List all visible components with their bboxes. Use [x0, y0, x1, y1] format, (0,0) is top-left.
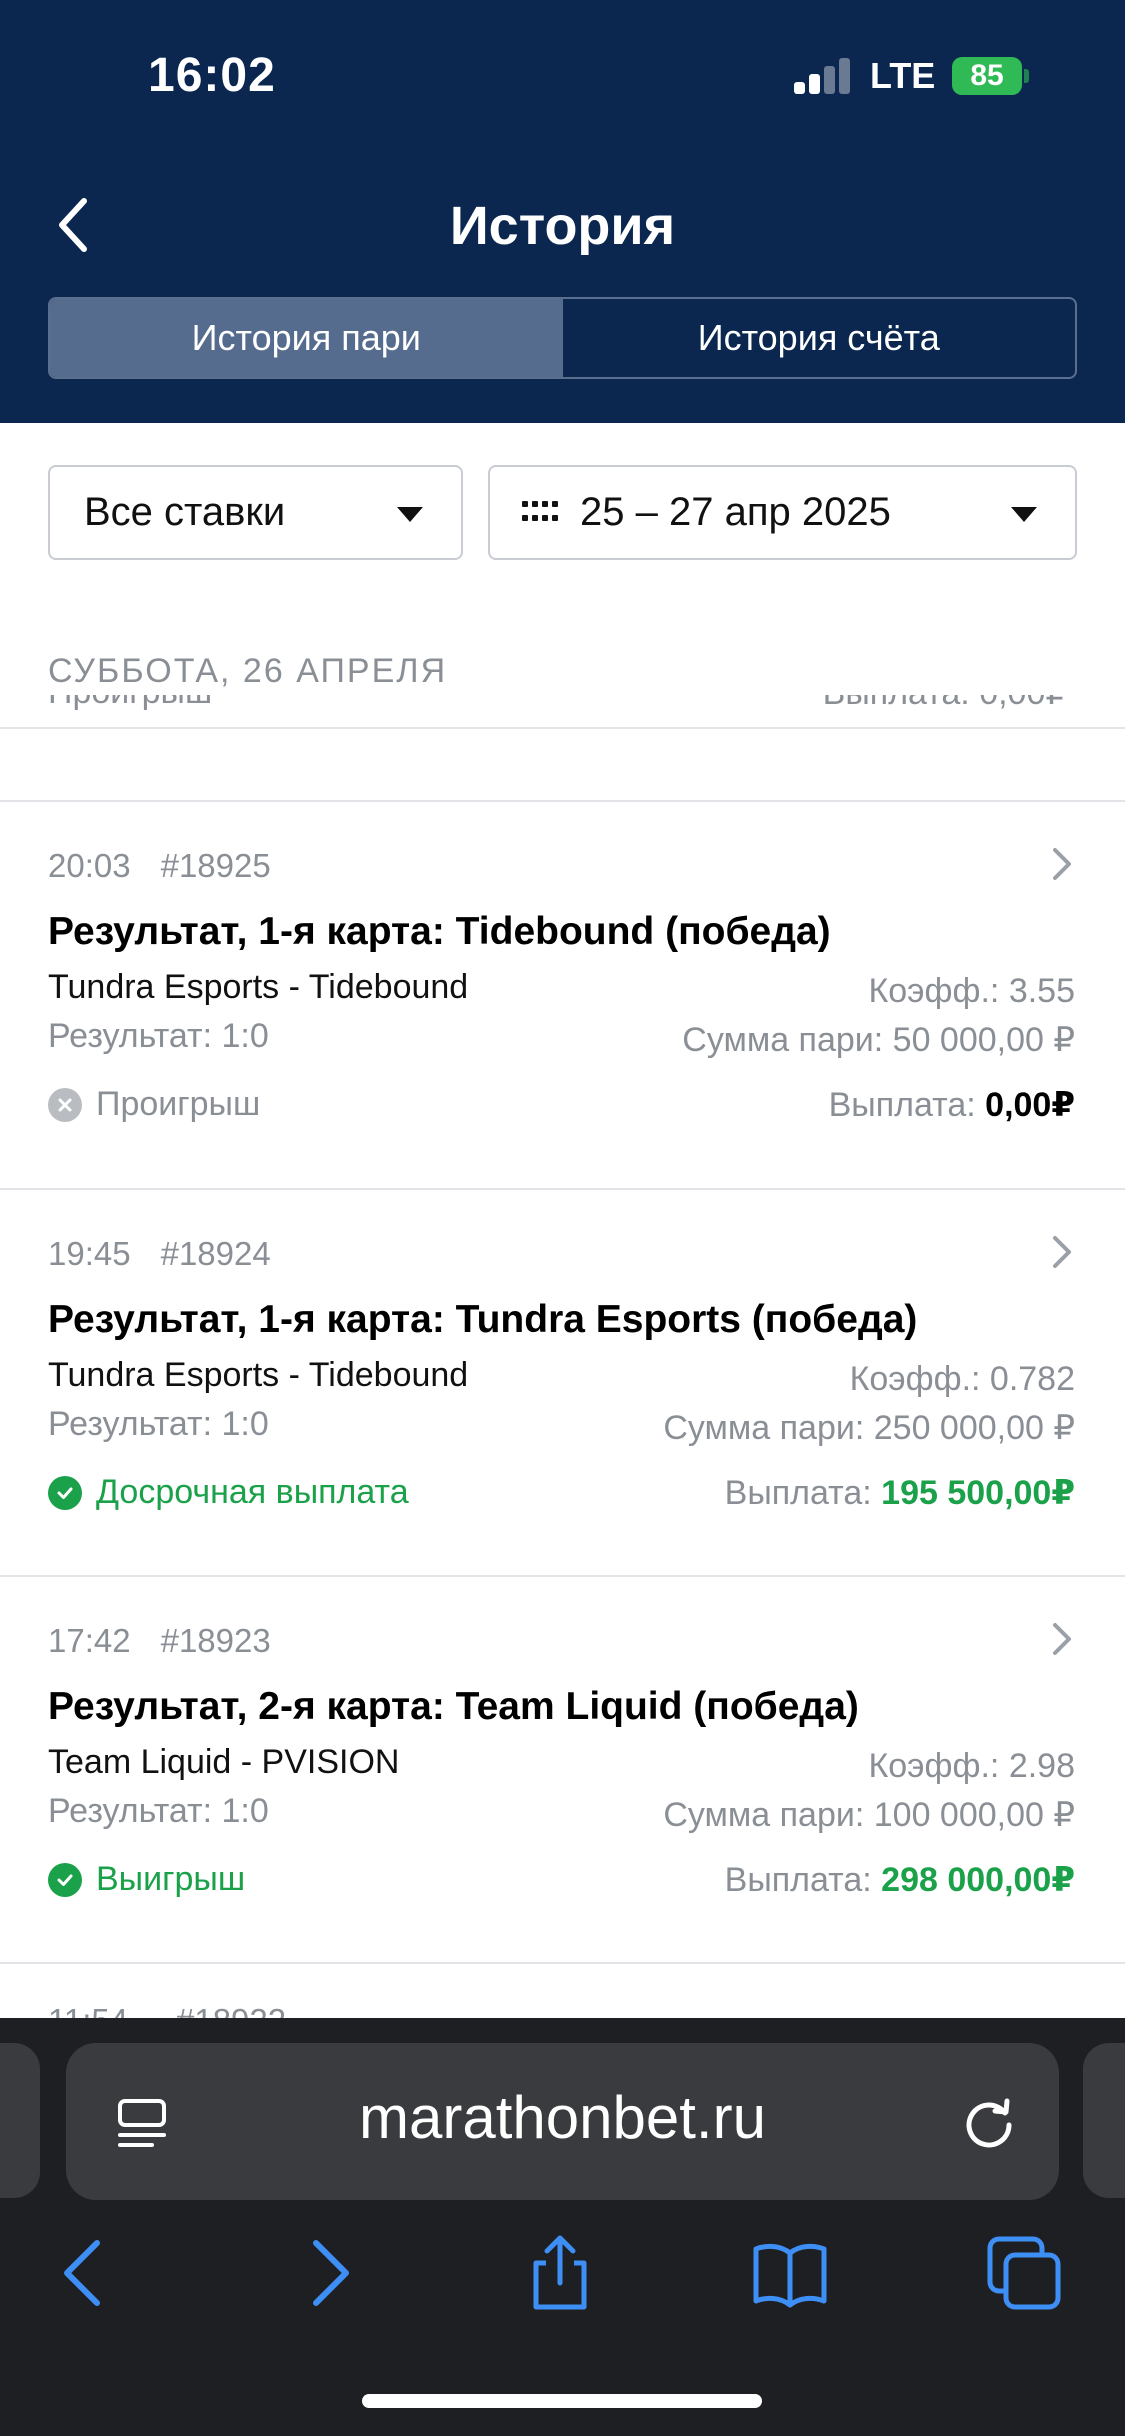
- bet-card[interactable]: 17:42 #18923 Результат, 2-я карта: Team L…: [0, 1577, 1125, 1963]
- bet-meta: 17:42 #18923: [48, 1622, 301, 1660]
- bet-coef: Коэфф.: 2.98: [868, 1747, 1075, 1785]
- calendar-icon: [522, 500, 558, 525]
- list-item-partial[interactable]: Проигрыш Выплата: 0,00₽: [0, 695, 1125, 729]
- check-circle-icon: [48, 1862, 82, 1897]
- bet-time: 17:42: [48, 1622, 131, 1659]
- payout-value: 298 000,00₽: [881, 1861, 1075, 1899]
- lost-x-icon: [48, 1087, 82, 1122]
- tab-account-history[interactable]: История счёта: [563, 299, 1076, 377]
- home-indicator[interactable]: [362, 2394, 762, 2408]
- date-range-value: 25 – 27 апр 2025: [580, 490, 891, 534]
- bet-meta: 19:45 #18924: [48, 1235, 301, 1273]
- bet-market: Результат, 1-я карта: Tidebound (победа): [48, 910, 831, 953]
- date-range-select[interactable]: 25 – 27 апр 2025: [488, 465, 1077, 560]
- next-tab-preview[interactable]: [1083, 2043, 1125, 2198]
- bet-coef: Коэфф.: 0.782: [849, 1360, 1075, 1398]
- bet-time: 20:03: [48, 847, 131, 884]
- payout-value: 0,00₽: [985, 1086, 1075, 1124]
- list-item-partial[interactable]: 11:54 #18922: [0, 1990, 1125, 2020]
- battery-level: 85: [970, 59, 1004, 92]
- bet-match: Tundra Esports - Tidebound: [48, 968, 469, 1006]
- bet-type-select[interactable]: Все ставки: [48, 465, 463, 560]
- history-tabs: История пари История счёта: [48, 297, 1077, 379]
- partial-status: Проигрыш: [48, 695, 212, 712]
- app-header: 16:02 LTE 85 История История пари Истори…: [0, 0, 1125, 423]
- network-label: LTE: [870, 55, 936, 96]
- divider: [0, 727, 1125, 729]
- bet-payout: Выплата: 195 500,00₽: [725, 1473, 1075, 1513]
- partial-payout: Выплата: 0,00₽: [823, 695, 1067, 713]
- day-header: СУББОТА, 26 АПРЕЛЯ: [48, 652, 448, 690]
- bet-meta: 20:03 #18925: [48, 847, 301, 885]
- chevron-right-icon: [1053, 1236, 1071, 1268]
- status-time: 16:02: [148, 49, 276, 102]
- address-bar[interactable]: marathonbet.ru: [66, 2043, 1059, 2200]
- browser-forward-icon[interactable]: [288, 2233, 368, 2313]
- bet-status-label: Проигрыш: [96, 1085, 261, 1123]
- bet-market: Результат, 1-я карта: Tundra Esports (по…: [48, 1298, 918, 1341]
- bet-id: #18924: [160, 1235, 271, 1272]
- tab-bet-history[interactable]: История пари: [50, 299, 563, 377]
- divider: [0, 1962, 1125, 1964]
- bet-time: 19:45: [48, 1235, 131, 1272]
- bet-score: Результат: 1:0: [48, 1405, 269, 1443]
- bet-score: Результат: 1:0: [48, 1017, 269, 1055]
- chevron-right-icon: [1053, 848, 1071, 880]
- bet-status-label: Выигрыш: [96, 1860, 246, 1898]
- signal-icon: [794, 58, 850, 94]
- bookmarks-icon[interactable]: [750, 2233, 830, 2313]
- bet-stake: Сумма пари: 50 000,00 ₽: [682, 1021, 1075, 1059]
- bet-score: Результат: 1:0: [48, 1792, 269, 1830]
- payout-value: 195 500,00₽: [881, 1474, 1075, 1512]
- bet-status: Проигрыш: [48, 1085, 260, 1124]
- bet-payout: Выплата: 0,00₽: [829, 1085, 1075, 1125]
- reload-icon[interactable]: [959, 2093, 1019, 2153]
- battery-tip: [1024, 69, 1029, 83]
- payout-label: Выплата:: [724, 1861, 872, 1899]
- bet-card[interactable]: 19:45 #18924 Результат, 1-я карта: Tundra…: [0, 1190, 1125, 1576]
- chevron-down-icon: [1011, 507, 1037, 522]
- bet-payout: Выплата: 298 000,00₽: [725, 1860, 1075, 1900]
- bet-stake: Сумма пари: 250 000,00 ₽: [663, 1409, 1075, 1447]
- bet-card[interactable]: 20:03 #18925 Результат, 1-я карта: Tidebo…: [0, 802, 1125, 1188]
- payout-label: Выплата:: [828, 1086, 976, 1124]
- chevron-down-icon: [397, 507, 423, 522]
- bet-match: Tundra Esports - Tidebound: [48, 1356, 469, 1394]
- chevron-right-icon: [1053, 1623, 1071, 1655]
- share-icon[interactable]: [520, 2233, 600, 2313]
- bet-id: #18923: [160, 1622, 271, 1659]
- bet-market: Результат, 2-я карта: Team Liquid (побед…: [48, 1685, 859, 1728]
- url-text: marathonbet.ru: [359, 2084, 766, 2151]
- previous-tab-preview[interactable]: [0, 2043, 40, 2198]
- page-title: История: [449, 196, 676, 256]
- bet-stake: Сумма пари: 100 000,00 ₽: [663, 1796, 1075, 1834]
- bet-status: Досрочная выплата: [48, 1473, 409, 1512]
- browser-toolbar: marathonbet.ru: [0, 2018, 1125, 2436]
- bet-match: Team Liquid - PVISION: [48, 1743, 400, 1781]
- check-circle-icon: [48, 1475, 82, 1510]
- browser-back-icon[interactable]: [45, 2233, 125, 2313]
- bet-type-value: Все ставки: [84, 490, 286, 534]
- tabs-icon[interactable]: [984, 2233, 1064, 2313]
- bet-status-label: Досрочная выплата: [96, 1473, 409, 1511]
- bet-coef: Коэфф.: 3.55: [868, 972, 1075, 1010]
- bet-status: Выигрыш: [48, 1860, 245, 1899]
- battery-icon: 85: [952, 57, 1022, 95]
- payout-label: Выплата:: [724, 1474, 872, 1512]
- bet-id: #18925: [160, 847, 271, 884]
